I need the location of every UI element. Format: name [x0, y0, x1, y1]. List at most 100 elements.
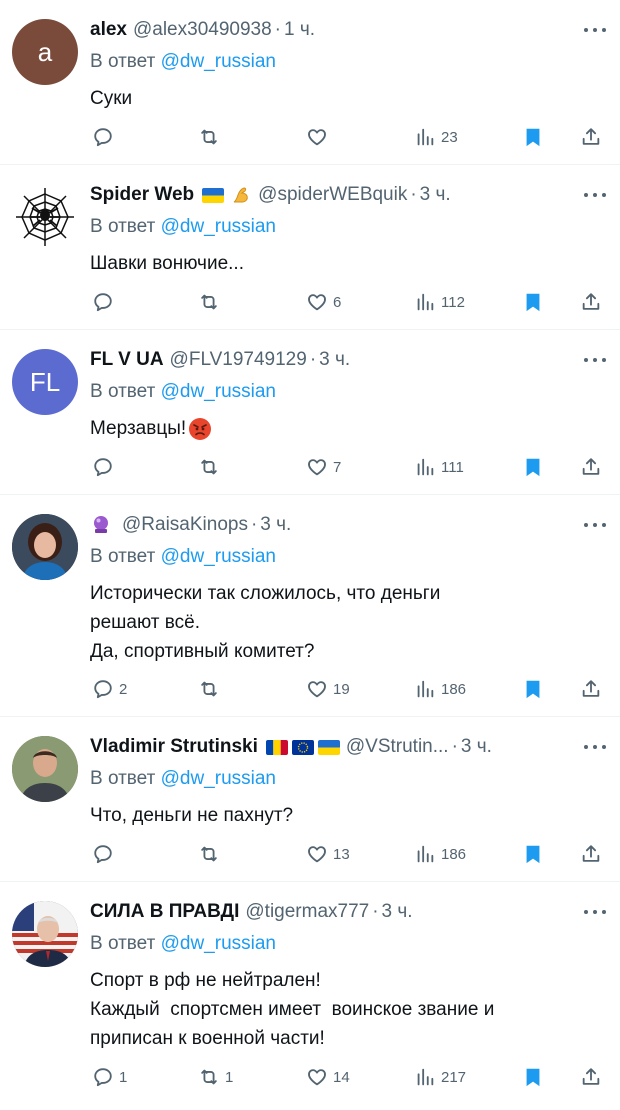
in-reply-to: В ответ @dw_russian — [90, 930, 604, 958]
bookmark-button[interactable] — [522, 454, 544, 480]
share-icon — [582, 680, 600, 697]
heart-icon — [308, 681, 326, 698]
tweet-text: Шавки вонючие... — [90, 253, 244, 274]
avatar[interactable] — [12, 901, 78, 967]
reply-icon — [94, 845, 112, 864]
retweet-button[interactable] — [198, 124, 225, 150]
user-handle[interactable]: @FLV19749129 — [170, 346, 307, 374]
like-button[interactable]: 7 — [306, 454, 341, 480]
photo-woman-avatar-icon — [12, 514, 78, 580]
timestamp[interactable]: 3 ч. — [382, 898, 413, 926]
views-button[interactable]: 112 — [414, 289, 465, 315]
separator: · — [372, 901, 379, 922]
mention-link[interactable]: @dw_russian — [161, 546, 276, 567]
reply-button[interactable] — [92, 289, 119, 315]
user-handle[interactable]: @spiderWEBquik — [258, 181, 407, 209]
display-name[interactable]: FL V UA — [90, 346, 164, 374]
more-options-icon[interactable] — [584, 187, 606, 203]
retweet-icon — [201, 846, 217, 862]
tweet-text: Что, деньги не пахнут? — [90, 805, 294, 826]
share-button[interactable] — [580, 841, 602, 867]
avatar[interactable] — [12, 184, 78, 250]
avatar[interactable] — [12, 736, 78, 802]
reply-button[interactable] — [92, 841, 119, 867]
share-icon — [582, 845, 600, 862]
reply-button[interactable]: 2 — [92, 676, 127, 702]
avatar[interactable]: FL — [12, 349, 78, 415]
share-button[interactable] — [580, 124, 602, 150]
like-button[interactable]: 13 — [306, 841, 350, 867]
reply-button[interactable] — [92, 454, 119, 480]
like-button[interactable] — [306, 124, 333, 150]
more-options-icon[interactable] — [584, 517, 606, 533]
user-handle[interactable]: @alex30490938 — [133, 16, 272, 44]
share-button[interactable] — [580, 1064, 602, 1090]
share-button[interactable] — [580, 289, 602, 315]
timestamp[interactable]: 1 ч. — [284, 16, 315, 44]
reply-button[interactable]: 1 — [92, 1064, 127, 1090]
retweet-button[interactable] — [198, 676, 225, 702]
bookmark-button[interactable] — [522, 841, 544, 867]
retweet-button[interactable] — [198, 454, 225, 480]
bookmark-icon — [526, 680, 540, 699]
timestamp[interactable]: 3 ч. — [319, 346, 350, 374]
bookmark-button[interactable] — [522, 289, 544, 315]
bookmark-button[interactable] — [522, 676, 544, 702]
share-button[interactable] — [580, 676, 602, 702]
tweet-text: Исторически так сложилось, что деньги ре… — [90, 583, 441, 662]
like-button[interactable]: 6 — [306, 289, 341, 315]
in-reply-to: В ответ @dw_russian — [90, 543, 604, 571]
display-name[interactable]: Vladimir Strutinski — [90, 733, 258, 761]
retweet-button[interactable] — [198, 289, 225, 315]
more-options-icon[interactable] — [584, 22, 606, 38]
more-options-icon[interactable] — [584, 352, 606, 368]
timestamp[interactable]: 3 ч. — [260, 511, 291, 539]
reply-tweet[interactable]: @RaisaKinops · 3 ч. В ответ @dw_russian … — [0, 495, 620, 717]
reply-tweet[interactable]: Vladimir Strutinski @VStrutin... · 3 ч. … — [0, 717, 620, 882]
reply-button[interactable] — [92, 124, 119, 150]
user-handle[interactable]: @tigermax777 — [245, 898, 369, 926]
user-handle[interactable]: @RaisaKinops — [122, 511, 248, 539]
photo-man-flag-avatar-icon — [12, 901, 78, 967]
views-button[interactable]: 23 — [414, 124, 458, 150]
avatar[interactable] — [12, 514, 78, 580]
separator: · — [451, 736, 458, 757]
action-bar: 13 186 — [90, 841, 606, 867]
display-name[interactable]: alex — [90, 16, 127, 44]
more-options-icon[interactable] — [584, 739, 606, 755]
timestamp[interactable]: 3 ч. — [420, 181, 451, 209]
mention-link[interactable]: @dw_russian — [161, 768, 276, 789]
reply-tweet[interactable]: СИЛА В ПРАВДІ @tigermax777 · 3 ч. В отве… — [0, 882, 620, 1104]
views-button[interactable]: 217 — [414, 1064, 466, 1090]
action-bar: 2 19 186 — [90, 676, 606, 702]
mention-link[interactable]: @dw_russian — [161, 216, 276, 237]
user-handle[interactable]: @VStrutin... — [346, 733, 449, 761]
views-button[interactable]: 111 — [414, 454, 464, 480]
share-button[interactable] — [580, 454, 602, 480]
reply-tweet[interactable]: FL FL V UA @FLV19749129 · 3 ч. В ответ @… — [0, 330, 620, 495]
in-reply-label: В ответ — [90, 216, 156, 237]
bookmark-button[interactable] — [522, 124, 544, 150]
retweet-button[interactable] — [198, 841, 225, 867]
views-chart-icon — [417, 293, 434, 311]
bookmark-button[interactable] — [522, 1064, 544, 1090]
more-options-icon[interactable] — [584, 904, 606, 920]
mention-link[interactable]: @dw_russian — [161, 933, 276, 954]
like-button[interactable]: 14 — [306, 1064, 350, 1090]
mention-link[interactable]: @dw_russian — [161, 51, 276, 72]
bookmark-icon — [526, 845, 540, 864]
timestamp[interactable]: 3 ч. — [461, 733, 492, 761]
retweet-button[interactable]: 1 — [198, 1064, 233, 1090]
avatar-letter: a — [37, 36, 53, 67]
like-count: 19 — [333, 680, 350, 698]
views-button[interactable]: 186 — [414, 676, 466, 702]
reply-tweet[interactable]: a alex @alex30490938 · 1 ч. В ответ @dw_… — [0, 0, 620, 165]
display-name[interactable]: Spider Web — [90, 181, 194, 209]
like-button[interactable]: 19 — [306, 676, 350, 702]
avatar[interactable]: a — [12, 19, 78, 85]
mention-link[interactable]: @dw_russian — [161, 381, 276, 402]
avatar-letter: FL — [29, 366, 61, 397]
views-button[interactable]: 186 — [414, 841, 466, 867]
reply-tweet[interactable]: Spider Web @spiderWEBquik · 3 ч. В ответ… — [0, 165, 620, 330]
display-name[interactable]: СИЛА В ПРАВДІ — [90, 898, 239, 926]
